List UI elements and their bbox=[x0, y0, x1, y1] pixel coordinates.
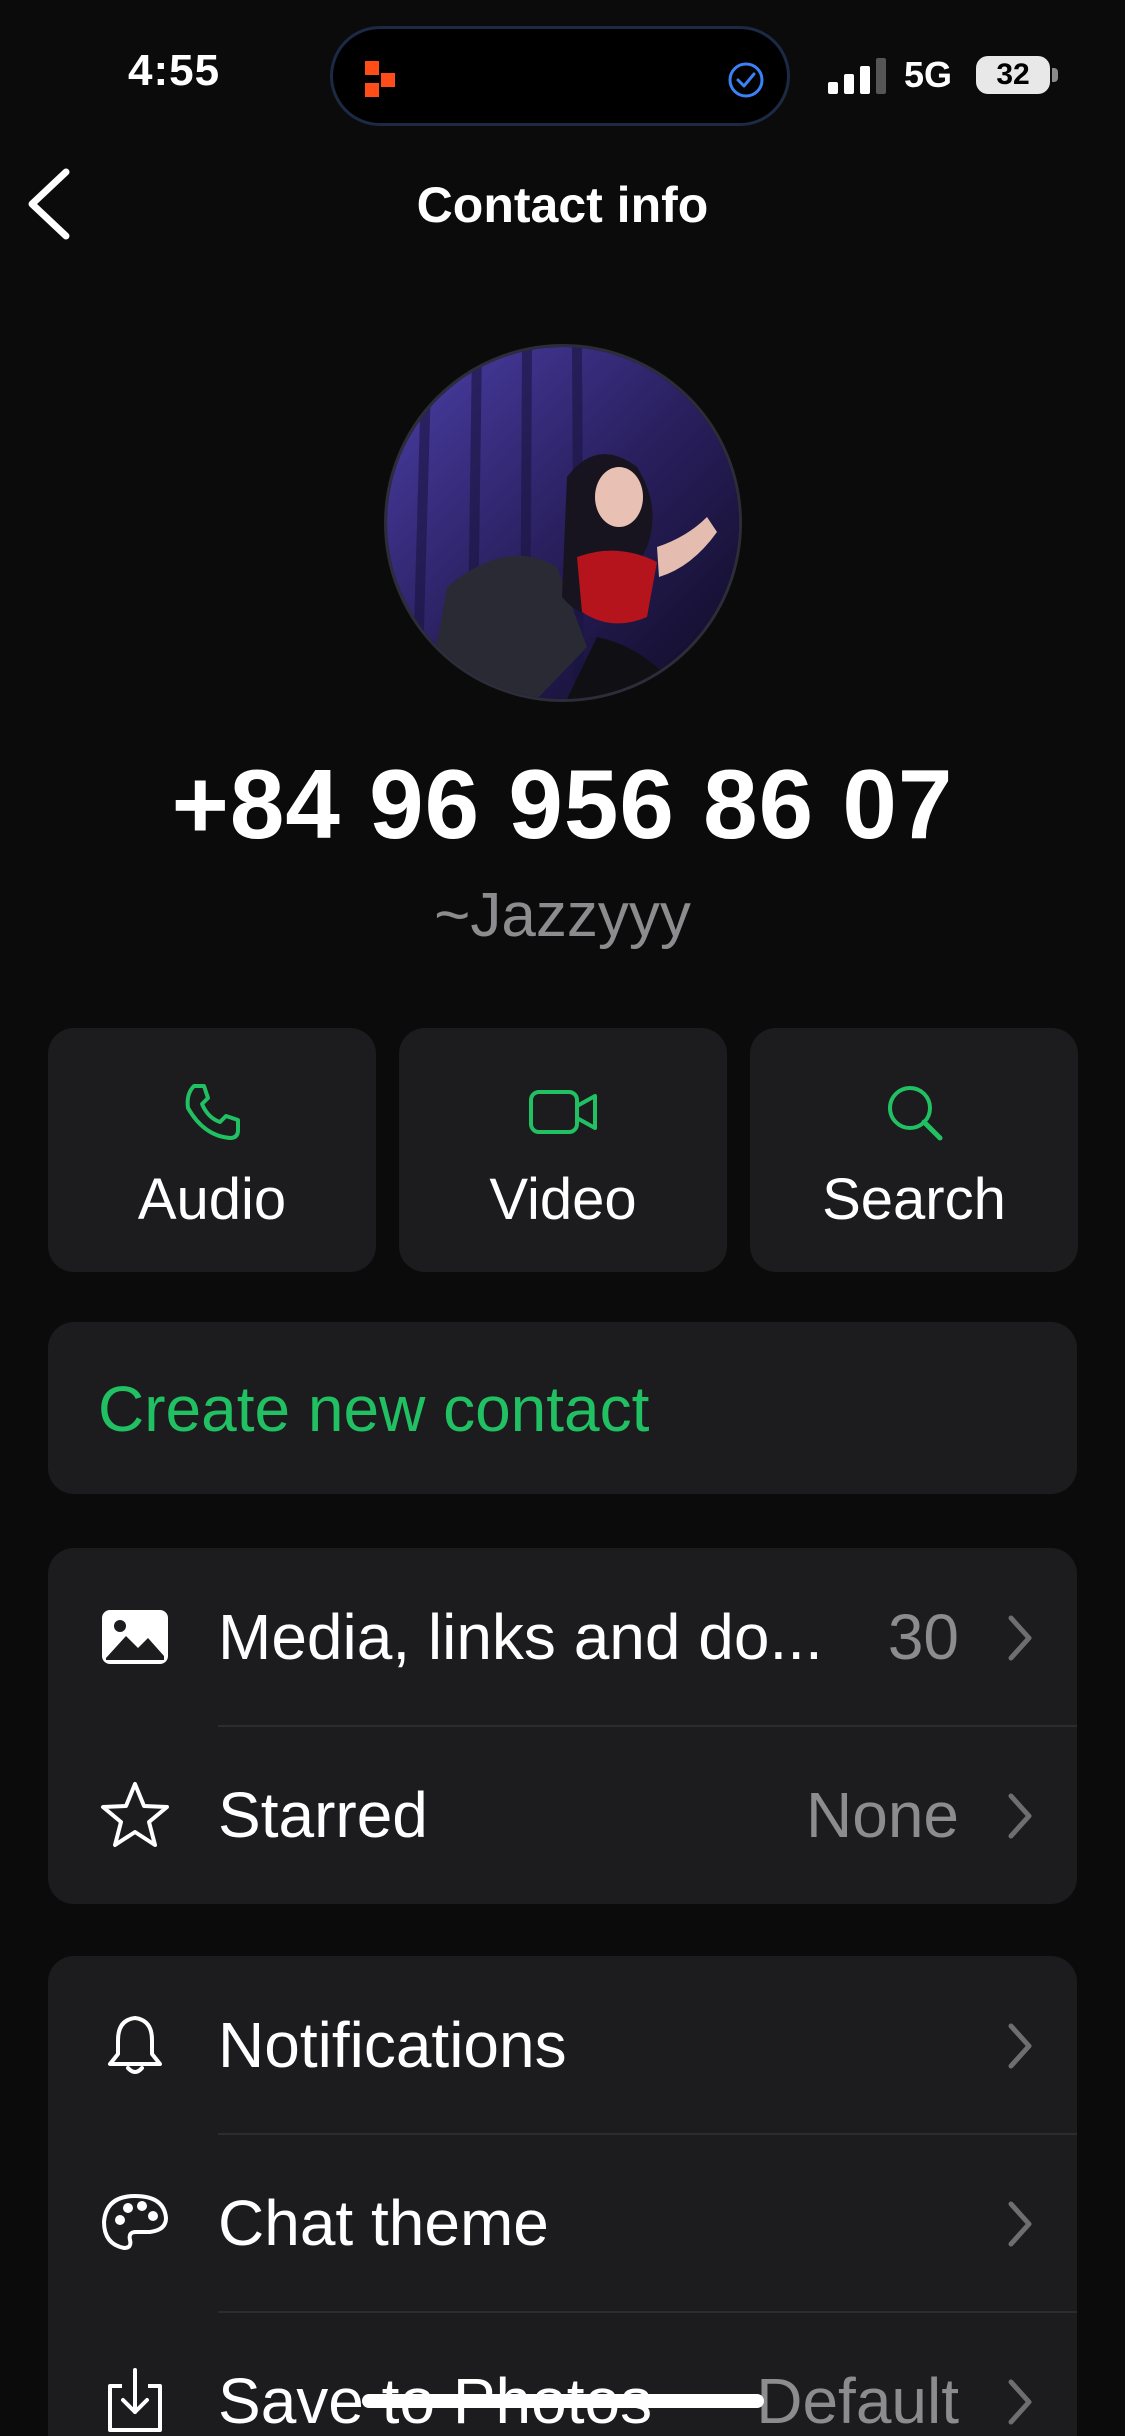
chevron-right-icon bbox=[1008, 1793, 1032, 1839]
chevron-right-icon bbox=[1008, 2023, 1032, 2069]
chat-theme-label: Chat theme bbox=[218, 2187, 549, 2259]
signal-icon bbox=[828, 58, 886, 94]
media-group: Media, links and do... 30 Starred None bbox=[48, 1548, 1077, 1904]
media-count: 30 bbox=[887, 1601, 959, 1673]
bell-icon bbox=[108, 2016, 162, 2074]
chevron-right-icon bbox=[1008, 2201, 1032, 2247]
audio-label: Audio bbox=[137, 1167, 287, 1232]
chat-theme-row[interactable]: Chat theme bbox=[48, 2134, 1077, 2312]
video-icon bbox=[529, 1090, 597, 1134]
media-links-docs-label: Media, links and do... bbox=[218, 1601, 823, 1673]
starred-row[interactable]: Starred None bbox=[48, 1726, 1077, 1904]
app-activity-icon bbox=[365, 61, 395, 97]
home-indicator[interactable] bbox=[362, 2394, 764, 2408]
notifications-row[interactable]: Notifications bbox=[48, 1956, 1077, 2134]
notifications-label: Notifications bbox=[218, 2009, 567, 2081]
check-circle-icon bbox=[728, 62, 764, 98]
phone-icon bbox=[185, 1084, 240, 1140]
video-call-button[interactable]: Video bbox=[399, 1028, 727, 1272]
media-links-docs-row[interactable]: Media, links and do... 30 bbox=[48, 1548, 1077, 1726]
audio-call-button[interactable]: Audio bbox=[48, 1028, 376, 1272]
page-title: Contact info bbox=[416, 177, 709, 233]
settings-group: Notifications Chat theme Save to Photos … bbox=[48, 1956, 1077, 2436]
contact-phone-number: +84 96 956 86 07 bbox=[171, 749, 954, 859]
network-label: 5G bbox=[904, 54, 953, 95]
status-time: 4:55 bbox=[128, 46, 221, 95]
starred-label: Starred bbox=[218, 1779, 428, 1851]
search-icon bbox=[888, 1086, 943, 1141]
dynamic-island bbox=[330, 26, 790, 126]
starred-value: None bbox=[806, 1779, 959, 1851]
chevron-right-icon bbox=[1008, 2379, 1032, 2425]
download-icon bbox=[108, 2368, 162, 2432]
create-new-contact-button[interactable]: Create new contact bbox=[48, 1322, 1077, 1494]
search-label: Search bbox=[822, 1167, 1006, 1232]
battery-icon: 32 bbox=[976, 56, 1050, 94]
battery-level: 32 bbox=[996, 58, 1030, 91]
palette-icon bbox=[102, 2194, 168, 2250]
create-new-contact-label: Create new contact bbox=[98, 1373, 650, 1445]
video-label: Video bbox=[489, 1167, 637, 1232]
contact-nickname: ~Jazzyyy bbox=[434, 881, 691, 950]
save-to-photos-row[interactable]: Save to Photos Default bbox=[48, 2312, 1077, 2436]
search-button[interactable]: Search bbox=[750, 1028, 1078, 1272]
image-icon bbox=[102, 1610, 168, 1664]
save-to-photos-value: Default bbox=[756, 2365, 959, 2436]
profile-photo bbox=[387, 347, 739, 699]
star-icon bbox=[101, 1782, 169, 1847]
battery-tip bbox=[1052, 68, 1058, 82]
chevron-right-icon bbox=[1008, 1615, 1032, 1661]
avatar[interactable] bbox=[384, 344, 742, 702]
